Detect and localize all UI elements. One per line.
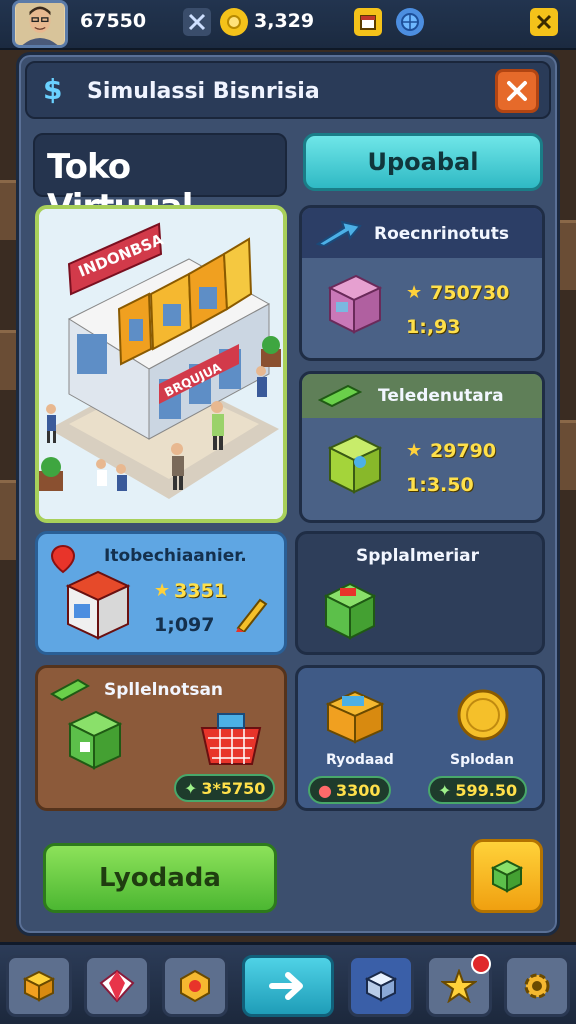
card-b-stat2: 1:3.50 (406, 474, 474, 496)
nav-inventory-button[interactable] (6, 955, 72, 1017)
product-card-c[interactable]: Itobechiaanier. ★ 3351 1;097 (35, 531, 287, 655)
cash-icon (318, 384, 362, 408)
hexagon-badge-icon (180, 969, 210, 1003)
card-f-price-pill-2: ✦ 599.50 (428, 776, 528, 804)
card-f-price-2: 599.50 (455, 780, 518, 800)
side-action-button[interactable] (471, 839, 543, 913)
nav-gems-button[interactable] (84, 955, 150, 1017)
cash-icon: ✦ (184, 778, 198, 798)
card-b-label: Teledenutara (378, 386, 504, 406)
notification-dot (471, 954, 491, 974)
coin-icon: ● (318, 780, 332, 800)
card-c-stat2: 1;097 (154, 614, 215, 636)
card-b-stat1: 29790 (430, 440, 497, 462)
store-illustration[interactable]: INDONBSA BRQUJUA (35, 205, 287, 523)
orange-crate-icon (325, 690, 385, 744)
shopping-basket-icon (200, 713, 262, 765)
card-a-stat2: 1:,93 (406, 316, 461, 338)
nav-continue-button[interactable] (242, 955, 334, 1017)
product-card-e[interactable]: Spllelnotsan ✦ 3*5750 (35, 665, 287, 811)
coin-icon (220, 8, 248, 36)
card-f-price-pill-1: ● 3300 (308, 776, 391, 804)
calendar-icon[interactable] (354, 8, 382, 36)
coin-count: 67550 (80, 10, 147, 32)
gem-count: 3,329 (254, 10, 315, 32)
panel-title: Simulassi Bisnrisia (87, 79, 320, 104)
star-icon: ★ (154, 580, 171, 601)
product-card-d[interactable]: Spplalmeriar (295, 531, 545, 655)
storefront-icon (65, 570, 131, 640)
product-card-f[interactable]: Ryodaad Splodan ● 3300 ✦ 599.50 (295, 665, 545, 811)
card-d-label: Spplalmeriar (356, 546, 480, 566)
product-card-a[interactable]: Roecnrinotuts ★ 750730 1:,93 (299, 205, 545, 361)
card-a-label: Roecnrinotuts (374, 224, 509, 244)
background-shelf (558, 220, 576, 290)
nav-settings-button[interactable] (504, 955, 570, 1017)
close-button[interactable] (495, 69, 539, 113)
gem-icon (99, 969, 135, 1003)
box-icon (22, 970, 56, 1002)
star-icon: ★ (406, 282, 423, 303)
cash-icon (50, 678, 90, 702)
panel-title-bar: $ Simulassi Bisnrisia (25, 61, 551, 119)
product-card-b[interactable]: Teledenutara ★ 29790 1:3.50 (299, 371, 545, 523)
gold-coin-icon (457, 689, 509, 741)
card-e-price: 3*5750 (201, 778, 266, 798)
green-box-icon (67, 710, 123, 770)
card-f-price-1: 3300 (335, 780, 381, 800)
gift-box-icon (323, 582, 377, 640)
nav-rewards-button[interactable] (426, 954, 492, 1017)
card-a-stat1: 750730 (430, 282, 510, 304)
gear-icon (524, 973, 550, 999)
card-c-stat1: 3351 (174, 580, 227, 602)
upgrade-button[interactable]: Upoabal (303, 133, 543, 191)
tools-icon[interactable] (530, 8, 558, 36)
dollar-icon: $ (43, 73, 63, 106)
card-e-label: Spllelnotsan (104, 680, 224, 700)
cash-icon: ✦ (438, 780, 452, 800)
card-f-item2: Splodan (450, 752, 514, 768)
business-simulation-panel: $ Simulassi Bisnrisia Toko Virtuual Upoa… (16, 52, 560, 936)
swords-icon[interactable] (183, 8, 211, 36)
arrow-right-icon (269, 972, 303, 1000)
store-name-box: Toko Virtuual (33, 133, 287, 227)
star-icon (441, 969, 477, 1003)
star-icon: ★ (406, 440, 423, 461)
cube-icon (490, 859, 524, 893)
close-icon (507, 81, 527, 101)
green-box-icon (327, 434, 383, 494)
card-c-label: Itobechiaanier. (104, 546, 247, 566)
card-f-item1: Ryodaad (326, 752, 394, 768)
nav-build-button[interactable] (348, 955, 414, 1017)
cube-icon (364, 970, 398, 1002)
background-shelf (558, 420, 576, 490)
globe-icon[interactable] (396, 8, 424, 36)
pencil-icon (236, 598, 268, 632)
top-hud: 67550 3,329 (0, 0, 576, 50)
nav-badges-button[interactable] (162, 955, 228, 1017)
primary-action-button[interactable]: Lyodada (43, 843, 277, 913)
avatar[interactable] (12, 0, 68, 48)
bottom-navigation (0, 942, 576, 1024)
card-e-price-pill: ✦ 3*5750 (174, 774, 276, 802)
arrow-upgrade-icon (316, 220, 362, 246)
box-shop-icon (327, 274, 383, 334)
